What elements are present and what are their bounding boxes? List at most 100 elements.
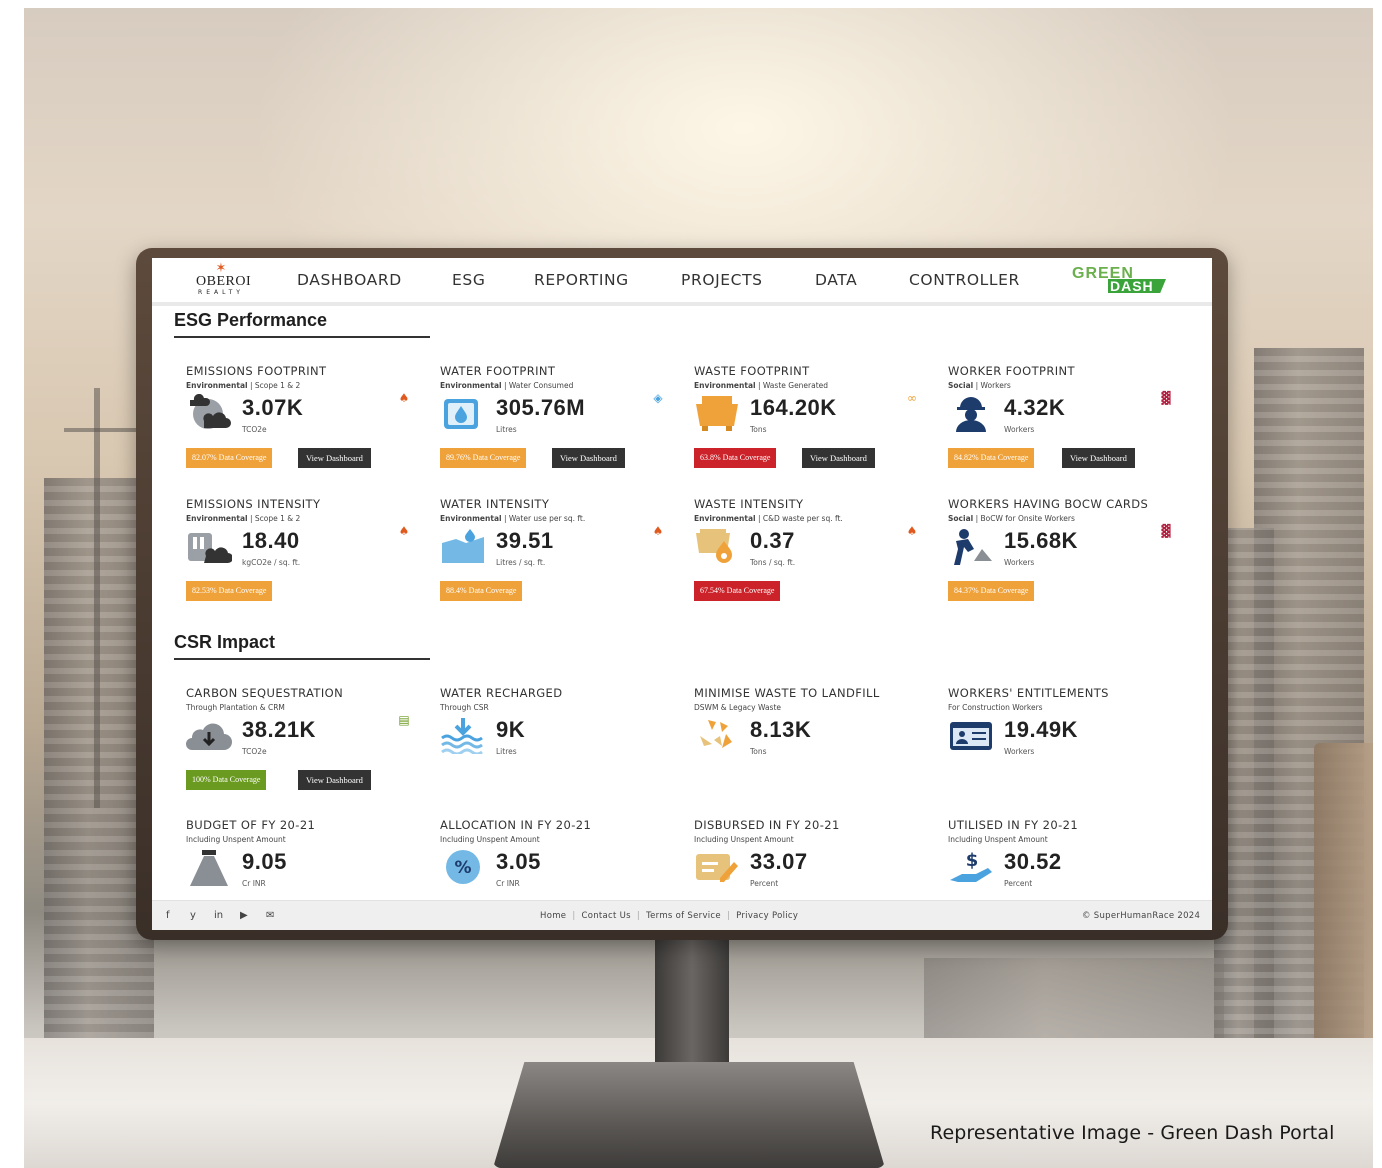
card-unit: Percent	[1004, 879, 1033, 888]
oberoi-logo[interactable]: ✶ OBEROI REALTY	[196, 262, 251, 300]
card-title: ALLOCATION IN FY 20-21	[440, 818, 592, 832]
card-unit: kgCO2e / sq. ft.	[242, 558, 301, 567]
card-subtitle: Including Unspent Amount	[186, 835, 286, 844]
percent-badge-icon: %	[440, 848, 486, 886]
metric-card: WORKERS' ENTITLEMENTS For Construction Wo…	[948, 686, 1198, 806]
footer-link-privacy[interactable]: Privacy Policy	[736, 911, 798, 921]
water-category-icon: ◈	[653, 391, 663, 405]
data-coverage-badge: 63.8% Data Coverage	[694, 448, 777, 468]
facebook-icon[interactable]: f	[166, 910, 170, 921]
card-title: WORKER FOOTPRINT	[948, 364, 1075, 378]
card-subtitle: Environmental | C&D waste per sq. ft.	[694, 514, 843, 523]
csr-section-title: CSR Impact	[174, 632, 276, 652]
card-value: 15.68K	[1004, 528, 1078, 553]
email-icon[interactable]: ✉	[266, 910, 274, 921]
card-subtitle: Environmental | Scope 1 & 2	[186, 381, 301, 390]
card-value: 9K	[496, 717, 526, 742]
money-bag-icon	[186, 848, 232, 886]
card-unit: Litres / sq. ft.	[496, 558, 546, 567]
card-unit: Tons / sq. ft.	[750, 558, 796, 567]
card-subtitle: Social | BoCW for Onsite Workers	[948, 514, 1075, 523]
card-title: EMISSIONS INTENSITY	[186, 497, 321, 511]
data-coverage-badge: 88.4% Data Coverage	[440, 581, 523, 601]
data-coverage-badge: 84.37% Data Coverage	[948, 581, 1035, 601]
nav-projects[interactable]: PROJECTS	[681, 271, 763, 289]
monitor-stand	[655, 940, 729, 1070]
card-title: CARBON SEQUESTRATION	[186, 686, 344, 700]
emissions-category-icon: ♠	[398, 391, 410, 405]
nav-esg[interactable]: ESG	[452, 271, 485, 289]
view-dashboard-button[interactable]: View Dashboard	[298, 448, 371, 468]
card-subtitle: Including Unspent Amount	[694, 835, 794, 844]
view-dashboard-button[interactable]: View Dashboard	[298, 770, 371, 790]
nav-data[interactable]: DATA	[815, 271, 857, 289]
metric-card: WASTE FOOTPRINT Environmental | Waste Gen…	[694, 364, 944, 484]
card-subtitle: Environmental | Water use per sq. ft.	[440, 514, 586, 523]
card-title: WASTE FOOTPRINT	[694, 364, 810, 378]
nav-dashboard[interactable]: DASHBOARD	[297, 271, 402, 289]
view-dashboard-button[interactable]: View Dashboard	[802, 448, 875, 468]
youtube-icon[interactable]: ▶	[240, 910, 248, 921]
card-value: 9.05	[242, 849, 287, 874]
card-unit: Workers	[1004, 558, 1035, 567]
card-unit: Tons	[750, 425, 767, 434]
top-navbar: ✶ OBEROI REALTY DASHBOARD ESG REPORTING …	[152, 258, 1212, 306]
metric-card: WATER RECHARGED Through CSR 9K Litres	[440, 686, 690, 806]
linkedin-icon[interactable]: in	[214, 910, 223, 921]
card-subtitle: Through CSR	[440, 703, 489, 712]
data-coverage-badge: 100% Data Coverage	[186, 770, 267, 790]
image-caption: Representative Image - Green Dash Portal	[930, 1122, 1335, 1144]
metric-card: CARBON SEQUESTRATION Through Plantation &…	[186, 686, 436, 806]
data-coverage-badge: 67.54% Data Coverage	[694, 581, 781, 601]
envelope-pen-icon	[694, 848, 740, 886]
card-value: 19.49K	[1004, 717, 1078, 742]
card-title: MINIMISE WASTE TO LANDFILL	[694, 686, 880, 700]
green-dash-logo[interactable]: GREEN DASH	[1072, 265, 1168, 297]
emissions-category-icon: ♠	[906, 524, 918, 538]
dollar-hand-icon: $	[948, 848, 994, 886]
social-category-icon: ▓	[1161, 524, 1171, 538]
csr-section-rule	[174, 658, 430, 660]
worker-helmet-icon	[948, 394, 994, 432]
card-title: DISBURSED IN FY 20-21	[694, 818, 840, 832]
card-subtitle: Environmental | Waste Generated	[694, 381, 829, 390]
card-title: WATER RECHARGED	[440, 686, 563, 700]
card-unit: Litres	[496, 425, 517, 434]
metric-card: WATER FOOTPRINT Environmental | Water Con…	[440, 364, 690, 484]
nav-reporting[interactable]: REPORTING	[534, 271, 629, 289]
card-title: EMISSIONS FOOTPRINT	[186, 364, 327, 378]
svg-text:%: %	[454, 858, 471, 878]
footer-link-home[interactable]: Home	[540, 911, 566, 921]
footer: f y in ▶ ✉ Home | Contact Us | Terms of Serv…	[152, 900, 1212, 930]
recycle-icon	[694, 716, 740, 754]
cloud-download-icon	[186, 716, 232, 754]
card-subtitle: Environmental | Water Consumed	[440, 381, 574, 390]
twitter-icon[interactable]: y	[190, 910, 196, 921]
data-coverage-badge: 82.53% Data Coverage	[186, 581, 273, 601]
view-dashboard-button[interactable]: View Dashboard	[552, 448, 625, 468]
card-title: WASTE INTENSITY	[694, 497, 804, 511]
esg-section-rule	[174, 336, 430, 338]
card-title: WORKERS HAVING BOCW CARDS	[948, 497, 1149, 511]
card-value: 3.07K	[242, 395, 304, 420]
card-subtitle: Including Unspent Amount	[440, 835, 540, 844]
monitor-screen: ✶ OBEROI REALTY DASHBOARD ESG REPORTING …	[152, 258, 1212, 930]
card-title: BUDGET OF FY 20-21	[186, 818, 316, 832]
water-tank-icon	[440, 394, 486, 432]
bookshelf	[1314, 743, 1373, 1063]
card-unit: TCO2e	[242, 747, 267, 756]
footer-link-contact[interactable]: Contact Us	[581, 911, 630, 921]
waste-fire-icon	[694, 527, 740, 565]
nav-controller[interactable]: CONTROLLER	[909, 271, 1020, 289]
metric-card: WASTE INTENSITY Environmental | C&D waste…	[694, 497, 944, 617]
card-unit: Litres	[496, 747, 517, 756]
metric-card: EMISSIONS FOOTPRINT Environmental | Scope…	[186, 364, 436, 484]
esg-section-title: ESG Performance	[174, 310, 328, 330]
metric-card: WATER INTENSITY Environmental | Water use…	[440, 497, 690, 617]
card-value: 8.13K	[750, 717, 812, 742]
brand-dash: DASH	[1110, 278, 1154, 294]
footer-link-terms[interactable]: Terms of Service	[646, 911, 721, 921]
logo-subtext: REALTY	[198, 289, 244, 296]
card-value: 33.07	[750, 849, 808, 874]
view-dashboard-button[interactable]: View Dashboard	[1062, 448, 1135, 468]
